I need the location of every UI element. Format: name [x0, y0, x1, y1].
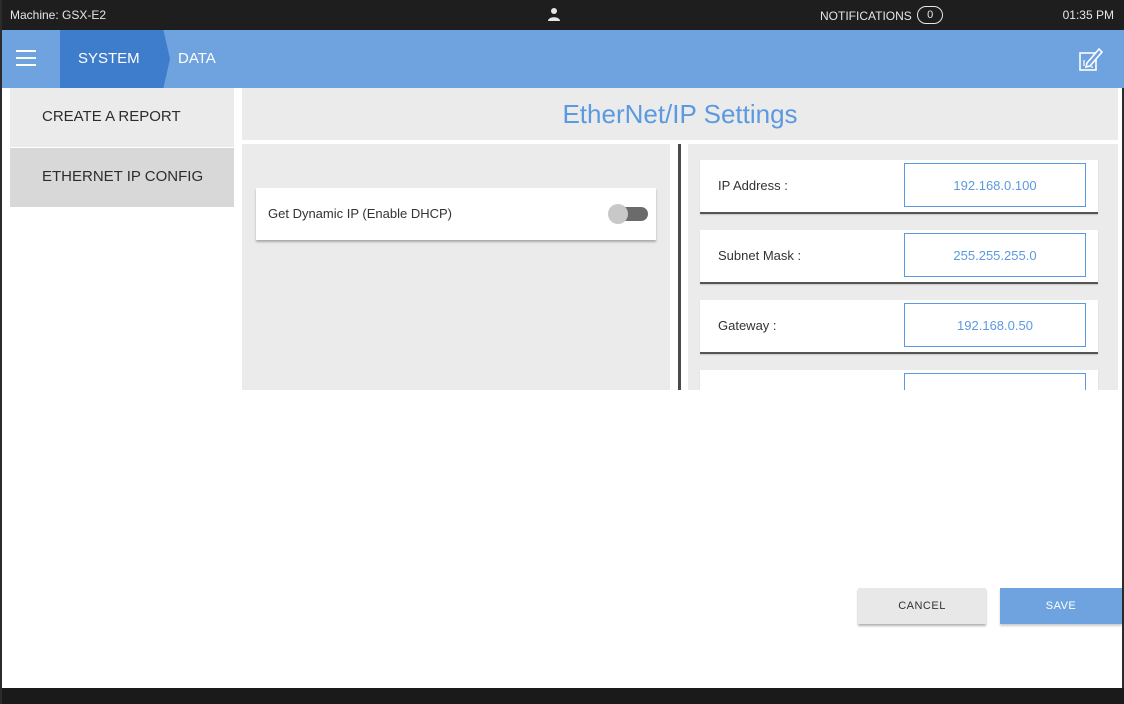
ip-address-row: IP Address : — [700, 160, 1098, 214]
tab-data[interactable]: DATA — [178, 30, 216, 88]
subnet-mask-label: Subnet Mask : — [718, 248, 802, 263]
sidebar: CREATE A REPORT ETHERNET IP CONFIG — [10, 88, 234, 208]
ip-address-label: IP Address : — [718, 178, 788, 193]
dhcp-toggle[interactable] — [608, 204, 648, 224]
machine-name: Machine: GSX-E2 — [10, 8, 107, 22]
panel-divider — [678, 144, 681, 390]
ip-address-input[interactable] — [904, 163, 1086, 207]
gateway-input[interactable] — [904, 303, 1086, 347]
notifications-label: NOTIFICATIONS — [820, 9, 912, 23]
user-icon[interactable] — [548, 7, 560, 21]
app-frame: Machine: GSX-E2 NOTIFICATIONS 0 01:35 PM… — [0, 0, 1124, 704]
sidebar-item-create-report[interactable]: CREATE A REPORT — [10, 88, 234, 148]
dhcp-label: Get Dynamic IP (Enable DHCP) — [268, 206, 452, 221]
notifications[interactable]: NOTIFICATIONS 0 — [820, 6, 944, 26]
notifications-count-badge: 0 — [917, 6, 944, 24]
clock-time: 01:35 PM — [1062, 8, 1114, 22]
dhcp-panel: Get Dynamic IP (Enable DHCP) — [242, 144, 670, 390]
cancel-button[interactable]: CANCEL — [858, 588, 986, 624]
dhcp-row: Get Dynamic IP (Enable DHCP) — [256, 188, 656, 240]
nav-bar: SYSTEM DATA — [2, 30, 1124, 88]
save-button[interactable]: SAVE — [1000, 588, 1122, 624]
subnet-mask-row: Subnet Mask : — [700, 230, 1098, 284]
subnet-mask-input[interactable] — [904, 233, 1086, 277]
ip-fields-panel[interactable]: IP Address : Subnet Mask : Gateway : — [688, 144, 1118, 390]
status-bar: Machine: GSX-E2 NOTIFICATIONS 0 01:35 PM — [2, 0, 1124, 30]
extra-field-input[interactable] — [904, 373, 1086, 390]
gateway-label: Gateway : — [718, 318, 777, 333]
sidebar-item-ethernet-ip-config[interactable]: ETHERNET IP CONFIG — [10, 148, 234, 208]
toggle-knob — [608, 204, 628, 224]
gateway-row: Gateway : — [700, 300, 1098, 354]
tab-system[interactable]: SYSTEM — [60, 30, 170, 88]
edit-icon[interactable] — [1078, 46, 1104, 72]
footer-bar — [2, 688, 1124, 704]
extra-field-row — [700, 370, 1098, 390]
page-title: EtherNet/IP Settings — [242, 88, 1118, 140]
hamburger-menu-icon[interactable] — [16, 50, 36, 66]
